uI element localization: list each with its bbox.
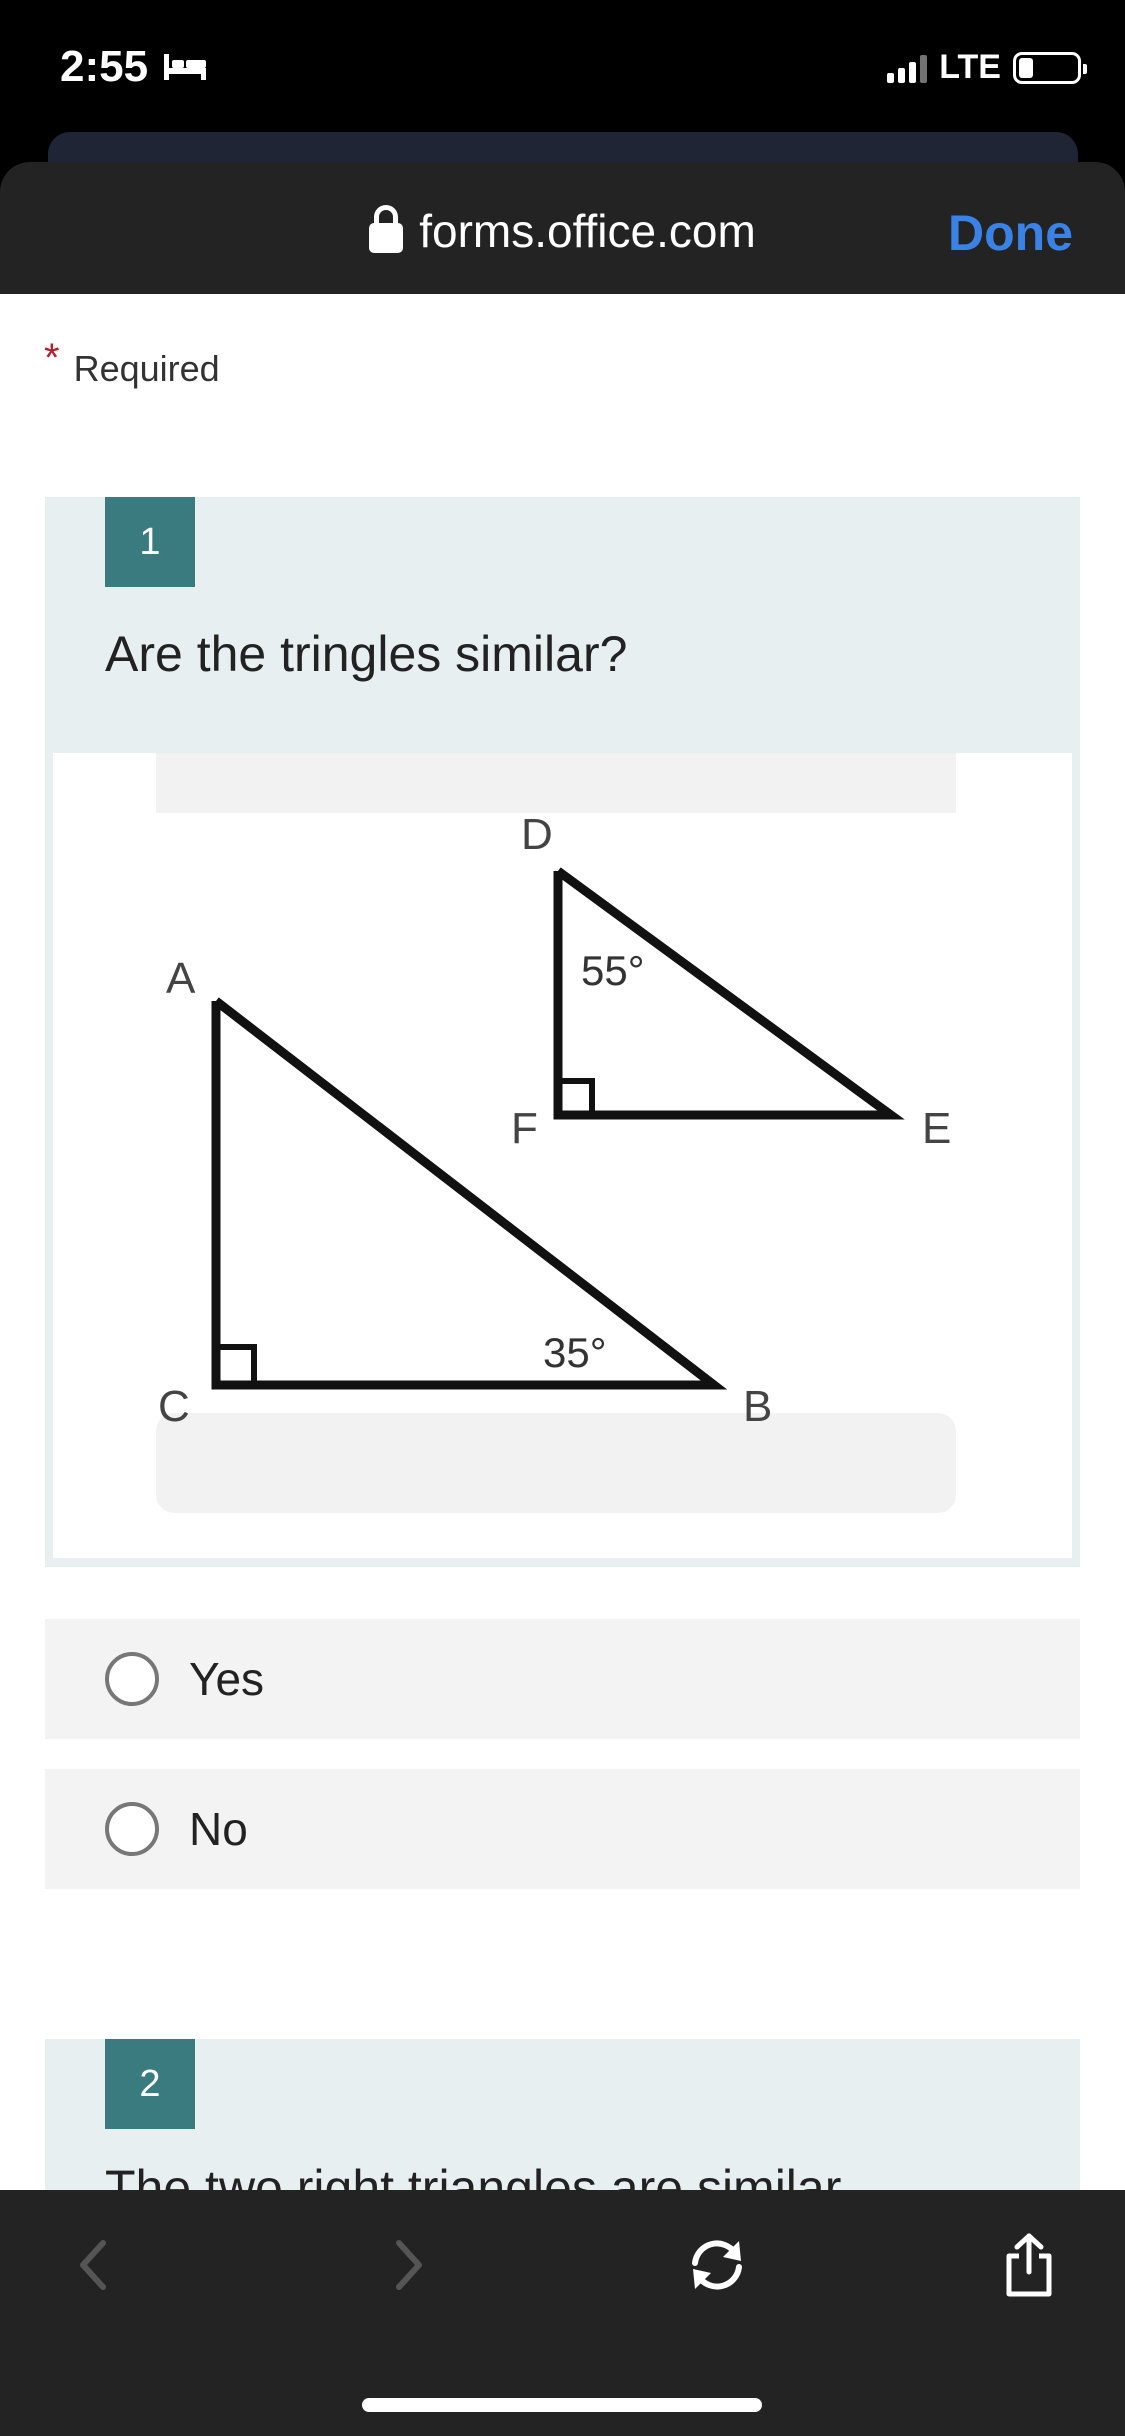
status-indicators: LTE (887, 48, 1087, 87)
question-title: The two right triangles are similar (105, 2160, 842, 2192)
clock: 2:55 (60, 42, 149, 91)
url-bar: forms.office.com Done (0, 162, 1125, 294)
question-card-1: 1 Are the tringles similar? D A F E C B (45, 497, 1080, 1567)
right-angle-f (555, 1078, 595, 1118)
bed-icon (164, 54, 207, 80)
option-label: No (189, 1803, 248, 1855)
image-strip-top (156, 753, 956, 813)
required-label: Required (73, 348, 220, 389)
option-no[interactable]: No (45, 1769, 1080, 1889)
question-card-2: 2 The two right triangles are similar (45, 2039, 1080, 2192)
label-d: D (521, 810, 553, 859)
status-bar: 2:55 LTE (0, 0, 1125, 140)
forward-button[interactable] (374, 2230, 444, 2300)
browser-toolbar (0, 2190, 1125, 2436)
home-indicator[interactable] (362, 2398, 762, 2412)
battery-icon (1013, 51, 1087, 84)
question-title: Are the tringles similar? (105, 626, 628, 682)
status-time: 2:55 (60, 42, 208, 92)
done-button[interactable]: Done (948, 204, 1073, 262)
network-label: LTE (939, 48, 1001, 86)
label-b: B (743, 1382, 772, 1431)
image-strip-bottom (156, 1413, 956, 1513)
signal-icon (887, 53, 928, 83)
label-f: F (511, 1104, 538, 1153)
triangles-figure: D A F E C B 55° 35° (156, 753, 956, 1513)
label-a: A (166, 954, 196, 1003)
lock-icon (369, 205, 404, 253)
label-c: C (158, 1382, 190, 1431)
option-yes[interactable]: Yes (45, 1619, 1080, 1739)
required-asterisk: * (44, 336, 60, 380)
question-image: D A F E C B 55° 35° (53, 753, 1072, 1558)
required-note: * Required (44, 336, 220, 391)
back-icon (80, 2240, 106, 2290)
triangle-abc (211, 997, 728, 1390)
share-icon (1006, 2233, 1052, 2297)
refresh-button[interactable] (682, 2230, 752, 2300)
option-label: Yes (189, 1653, 265, 1705)
refresh-icon (692, 2240, 742, 2290)
label-e: E (922, 1104, 951, 1153)
forward-icon (396, 2240, 422, 2290)
question-number: 1 (105, 497, 195, 587)
back-button[interactable] (58, 2230, 128, 2300)
radio-no[interactable] (105, 1802, 159, 1856)
form-content: * Required 1 Are the tringles similar? D … (0, 294, 1125, 2192)
radio-yes[interactable] (105, 1652, 159, 1706)
question-number: 2 (105, 2039, 195, 2129)
url-text: forms.office.com (419, 205, 756, 257)
angle-label-bottom: 35° (543, 1329, 607, 1376)
angle-label-top: 55° (581, 947, 645, 994)
right-angle-c (213, 1344, 257, 1388)
share-button[interactable] (994, 2230, 1064, 2300)
